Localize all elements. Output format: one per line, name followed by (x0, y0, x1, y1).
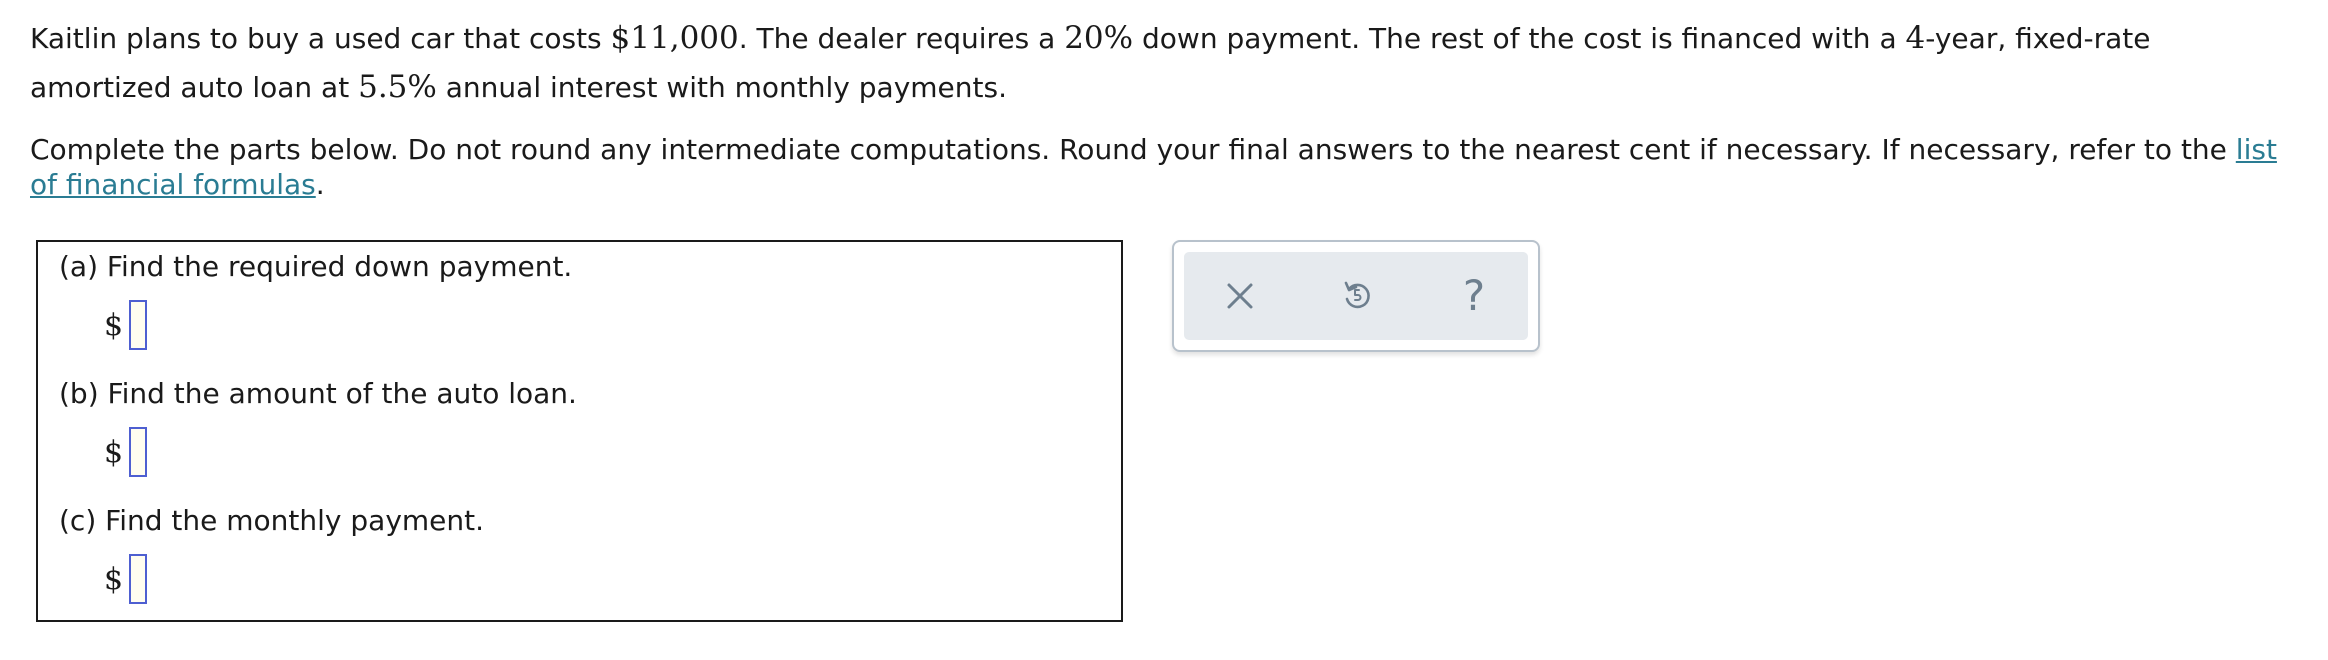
part-b-dollar-sign: $ (104, 434, 124, 470)
loan-years: 4 (1905, 20, 1926, 56)
answer-tools-panel: ? (1172, 240, 1540, 352)
close-icon (1227, 283, 1253, 309)
problem-text-1: Kaitlin plans to buy a used car that cos… (30, 22, 611, 55)
problem-text-2: . The dealer requires a (738, 22, 1065, 55)
help-button[interactable]: ? (1448, 270, 1500, 322)
part-c-question: (c) Find the monthly payment. (59, 504, 485, 537)
part-c-answer-input[interactable] (129, 554, 148, 604)
undo-icon (1344, 281, 1370, 309)
part-b-answer-row: $ (104, 424, 148, 480)
problem-text-3: down payment. The rest of the cost is fi… (1133, 22, 1906, 55)
clear-button[interactable] (1214, 270, 1266, 322)
part-b-question: (b) Find the amount of the auto loan. (59, 377, 577, 410)
part-b-answer-input[interactable] (129, 427, 148, 477)
part-a-answer-input[interactable] (129, 300, 148, 350)
down-payment-percent: 20% (1064, 20, 1134, 56)
part-a-dollar-sign: $ (104, 307, 124, 343)
instructions: Complete the parts below. Do not round a… (30, 132, 2310, 202)
problem-text-5: annual interest with monthly payments. (436, 71, 1007, 104)
instructions-text: Complete the parts below. Do not round a… (30, 133, 2236, 166)
help-icon: ? (1462, 271, 1486, 320)
problem-statement: Kaitlin plans to buy a used car that cos… (30, 14, 2300, 112)
part-c-answer-row: $ (104, 551, 148, 607)
part-a-answer-row: $ (104, 297, 148, 353)
answer-tools-toolbar: ? (1184, 252, 1528, 340)
answer-box: (a) Find the required down payment. $ (b… (36, 240, 1123, 622)
instructions-end: . (315, 168, 325, 201)
undo-button[interactable] (1331, 270, 1383, 322)
car-cost: $11,000 (610, 20, 739, 56)
part-c-dollar-sign: $ (104, 561, 124, 597)
interest-rate: 5.5% (358, 69, 437, 105)
part-a-question: (a) Find the required down payment. (59, 250, 573, 283)
